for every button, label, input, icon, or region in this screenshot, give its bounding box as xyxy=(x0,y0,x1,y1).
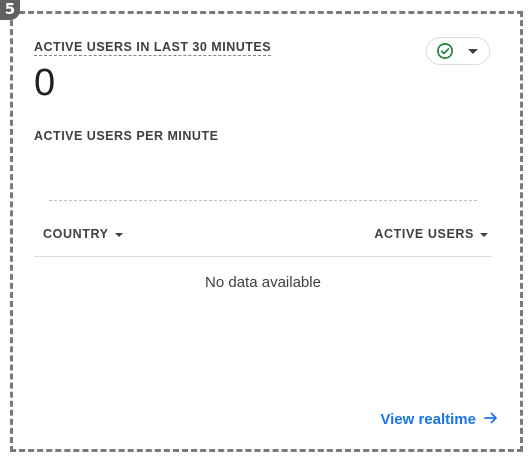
arrow-right-icon xyxy=(484,412,497,424)
active-users-count: 0 xyxy=(34,62,56,104)
empty-state-message: No data available xyxy=(205,274,321,291)
check-circle-icon xyxy=(437,43,453,59)
view-realtime-label: View realtime xyxy=(380,411,476,428)
card-title[interactable]: ACTIVE USERS IN LAST 30 MINUTES xyxy=(34,40,272,56)
column-header-label: COUNTRY xyxy=(43,227,109,241)
chevron-down-icon xyxy=(468,49,478,54)
step-number-badge: 5 xyxy=(0,0,20,20)
table-header: COUNTRY ACTIVE USERS xyxy=(34,220,492,257)
column-header-country[interactable]: COUNTRY xyxy=(43,227,123,241)
caret-down-icon xyxy=(480,232,488,237)
realtime-card: ACTIVE USERS IN LAST 30 MINUTES 0 ACTIVE… xyxy=(20,22,508,440)
column-header-active-users[interactable]: ACTIVE USERS xyxy=(374,227,488,241)
caret-down-icon xyxy=(114,232,123,237)
column-header-label: ACTIVE USERS xyxy=(374,227,474,241)
screenshot-frame: 5 ACTIVE USERS IN LAST 30 MINUTES 0 ACTI… xyxy=(0,0,531,460)
status-dropdown[interactable] xyxy=(426,37,490,65)
chart-subtitle: ACTIVE USERS PER MINUTE xyxy=(34,129,219,143)
view-realtime-link[interactable]: View realtime xyxy=(380,411,498,428)
chart-baseline xyxy=(49,200,477,201)
